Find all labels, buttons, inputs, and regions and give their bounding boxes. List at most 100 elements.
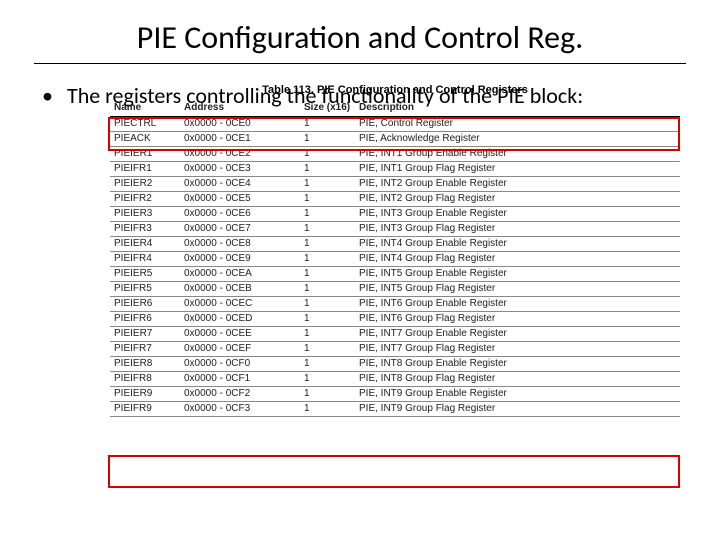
highlight-box-bottom — [108, 455, 680, 488]
table-row: PIEIFR40x0000 - 0CE91PIE, INT4 Group Fla… — [110, 251, 680, 266]
cell-desc: PIE, INT5 Group Enable Register — [355, 266, 680, 281]
cell-addr: 0x0000 - 0CED — [180, 311, 300, 326]
cell-addr: 0x0000 - 0CEA — [180, 266, 300, 281]
cell-addr: 0x0000 - 0CE3 — [180, 161, 300, 176]
table-row: PIEIFR80x0000 - 0CF11PIE, INT8 Group Fla… — [110, 371, 680, 386]
cell-desc: PIE, INT7 Group Flag Register — [355, 341, 680, 356]
cell-addr: 0x0000 - 0CEC — [180, 296, 300, 311]
page-title: PIE Configuration and Control Reg. — [34, 18, 686, 57]
cell-name: PIEIER8 — [110, 356, 180, 371]
register-table: Name Address Size (x16) Description PIEC… — [110, 100, 680, 417]
cell-name: PIEIER1 — [110, 146, 180, 161]
cell-desc: PIE, INT7 Group Enable Register — [355, 326, 680, 341]
cell-size: 1 — [300, 146, 355, 161]
table-row: PIEIER60x0000 - 0CEC1PIE, INT6 Group Ena… — [110, 296, 680, 311]
bullet-dot: • — [42, 82, 53, 110]
cell-addr: 0x0000 - 0CE6 — [180, 206, 300, 221]
cell-addr: 0x0000 - 0CEB — [180, 281, 300, 296]
cell-size: 1 — [300, 341, 355, 356]
cell-size: 1 — [300, 191, 355, 206]
table-row: PIEIER30x0000 - 0CE61PIE, INT3 Group Ena… — [110, 206, 680, 221]
table-row: PIECTRL0x0000 - 0CE01PIE, Control Regist… — [110, 116, 680, 131]
table-row: PIEIFR20x0000 - 0CE51PIE, INT2 Group Fla… — [110, 191, 680, 206]
table-row: PIEIER40x0000 - 0CE81PIE, INT4 Group Ena… — [110, 236, 680, 251]
th-description: Description — [355, 100, 680, 117]
cell-size: 1 — [300, 296, 355, 311]
cell-size: 1 — [300, 221, 355, 236]
cell-size: 1 — [300, 176, 355, 191]
cell-desc: PIE, INT8 Group Flag Register — [355, 371, 680, 386]
cell-size: 1 — [300, 206, 355, 221]
cell-size: 1 — [300, 371, 355, 386]
cell-size: 1 — [300, 116, 355, 131]
cell-name: PIEIFR3 — [110, 221, 180, 236]
th-name: Name — [110, 100, 180, 117]
cell-size: 1 — [300, 131, 355, 146]
cell-name: PIEIFR2 — [110, 191, 180, 206]
table-row: PIEACK0x0000 - 0CE11PIE, Acknowledge Reg… — [110, 131, 680, 146]
cell-desc: PIE, INT3 Group Flag Register — [355, 221, 680, 236]
register-table-wrap: Table 113. PIE Configuration and Control… — [110, 84, 680, 417]
cell-size: 1 — [300, 251, 355, 266]
cell-addr: 0x0000 - 0CF2 — [180, 386, 300, 401]
cell-name: PIEIER6 — [110, 296, 180, 311]
cell-desc: PIE, INT1 Group Flag Register — [355, 161, 680, 176]
cell-addr: 0x0000 - 0CE9 — [180, 251, 300, 266]
cell-desc: PIE, INT6 Group Flag Register — [355, 311, 680, 326]
cell-addr: 0x0000 - 0CEF — [180, 341, 300, 356]
cell-addr: 0x0000 - 0CE8 — [180, 236, 300, 251]
table-row: PIEIER80x0000 - 0CF01PIE, INT8 Group Ena… — [110, 356, 680, 371]
cell-addr: 0x0000 - 0CE2 — [180, 146, 300, 161]
table-row: PIEIFR70x0000 - 0CEF1PIE, INT7 Group Fla… — [110, 341, 680, 356]
cell-desc: PIE, INT4 Group Enable Register — [355, 236, 680, 251]
table-row: PIEIER50x0000 - 0CEA1PIE, INT5 Group Ena… — [110, 266, 680, 281]
cell-desc: PIE, Control Register — [355, 116, 680, 131]
cell-name: PIEIFR5 — [110, 281, 180, 296]
cell-name: PIEIER2 — [110, 176, 180, 191]
cell-name: PIEIFR1 — [110, 161, 180, 176]
th-address: Address — [180, 100, 300, 117]
cell-size: 1 — [300, 161, 355, 176]
cell-desc: PIE, INT6 Group Enable Register — [355, 296, 680, 311]
cell-name: PIEACK — [110, 131, 180, 146]
cell-name: PIEIER5 — [110, 266, 180, 281]
cell-name: PIEIER4 — [110, 236, 180, 251]
cell-name: PIEIER9 — [110, 386, 180, 401]
cell-size: 1 — [300, 356, 355, 371]
cell-name: PIEIFR8 — [110, 371, 180, 386]
cell-desc: PIE, INT8 Group Enable Register — [355, 356, 680, 371]
table-row: PIEIER20x0000 - 0CE41PIE, INT2 Group Ena… — [110, 176, 680, 191]
cell-name: PIEIER3 — [110, 206, 180, 221]
cell-size: 1 — [300, 281, 355, 296]
cell-desc: PIE, INT9 Group Enable Register — [355, 386, 680, 401]
table-row: PIEIER10x0000 - 0CE21PIE, INT1 Group Ena… — [110, 146, 680, 161]
cell-desc: PIE, INT4 Group Flag Register — [355, 251, 680, 266]
cell-addr: 0x0000 - 0CE0 — [180, 116, 300, 131]
cell-addr: 0x0000 - 0CE4 — [180, 176, 300, 191]
cell-addr: 0x0000 - 0CE5 — [180, 191, 300, 206]
cell-name: PIEIFR4 — [110, 251, 180, 266]
cell-size: 1 — [300, 311, 355, 326]
cell-name: PIEIFR6 — [110, 311, 180, 326]
cell-name: PIEIFR9 — [110, 401, 180, 416]
cell-name: PIEIER7 — [110, 326, 180, 341]
th-size: Size (x16) — [300, 100, 355, 117]
table-row: PIEIFR50x0000 - 0CEB1PIE, INT5 Group Fla… — [110, 281, 680, 296]
title-underline — [34, 63, 686, 64]
cell-addr: 0x0000 - 0CF1 — [180, 371, 300, 386]
table-row: PIEIER70x0000 - 0CEE1PIE, INT7 Group Ena… — [110, 326, 680, 341]
cell-size: 1 — [300, 326, 355, 341]
table-row: PIEIFR30x0000 - 0CE71PIE, INT3 Group Fla… — [110, 221, 680, 236]
table-row: PIEIER90x0000 - 0CF21PIE, INT9 Group Ena… — [110, 386, 680, 401]
cell-name: PIECTRL — [110, 116, 180, 131]
cell-desc: PIE, Acknowledge Register — [355, 131, 680, 146]
table-header-row: Name Address Size (x16) Description — [110, 100, 680, 117]
cell-desc: PIE, INT5 Group Flag Register — [355, 281, 680, 296]
cell-addr: 0x0000 - 0CF0 — [180, 356, 300, 371]
cell-desc: PIE, INT2 Group Enable Register — [355, 176, 680, 191]
cell-size: 1 — [300, 236, 355, 251]
cell-size: 1 — [300, 266, 355, 281]
cell-addr: 0x0000 - 0CE7 — [180, 221, 300, 236]
cell-addr: 0x0000 - 0CEE — [180, 326, 300, 341]
cell-desc: PIE, INT2 Group Flag Register — [355, 191, 680, 206]
